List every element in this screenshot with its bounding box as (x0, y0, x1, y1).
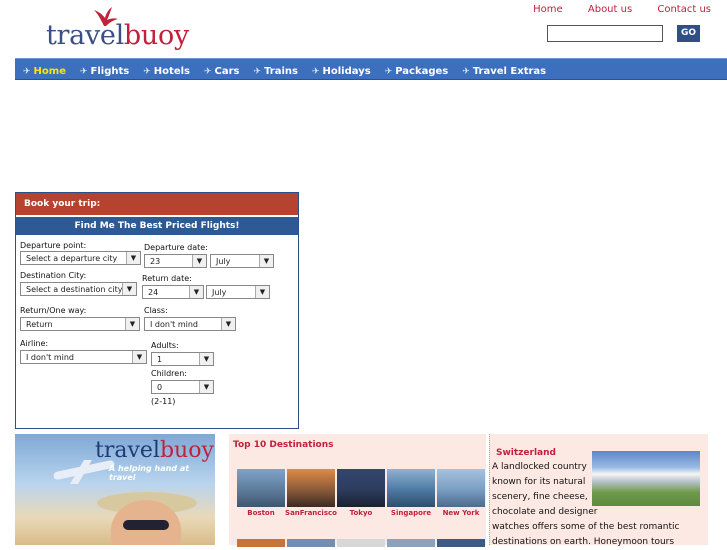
children-note: (2-11) (151, 397, 176, 406)
promo-logo: travelbuoy (95, 438, 214, 463)
nav-cars[interactable]: ✈ Cars (204, 62, 240, 82)
return-day-select[interactable]: 24 ▼ (142, 285, 204, 299)
search-input[interactable] (547, 25, 663, 42)
boston-image[interactable] (237, 469, 285, 507)
children-label: Children: (151, 369, 187, 378)
sanfrancisco-image[interactable] (287, 469, 335, 507)
airline-label: Airline: (20, 339, 49, 348)
destination-link-singapore[interactable]: Singapore (385, 509, 437, 517)
nav-holidays[interactable]: ✈ Holidays (312, 62, 371, 82)
tokyo-image[interactable] (337, 469, 385, 507)
plane-icon: ✈ (23, 67, 31, 77)
booking-form: Book your trip: Find Me The Best Priced … (15, 192, 299, 429)
nav-packages[interactable]: ✈ Packages (385, 62, 449, 82)
plane-icon: ✈ (80, 67, 88, 77)
return-month-select[interactable]: July ▼ (206, 285, 270, 299)
departure-point-select[interactable]: Select a departure city ▼ (20, 251, 141, 265)
featured-destination: Switzerland A landlocked country known f… (489, 434, 708, 547)
featured-title[interactable]: Switzerland (496, 448, 556, 458)
children-select[interactable]: 0 ▼ (151, 380, 214, 394)
destination-link-tokyo[interactable]: Tokyo (337, 509, 385, 517)
destination-thumb-6[interactable] (237, 539, 285, 547)
departure-point-label: Departure point: (20, 241, 87, 250)
destination-link-sanfrancisco[interactable]: SanFrancisco (283, 509, 339, 517)
home-link[interactable]: Home (533, 4, 563, 15)
destination-thumb-10[interactable] (437, 539, 485, 547)
departure-day-select[interactable]: 23 ▼ (144, 254, 207, 268)
logo-text: travelbuoy (46, 20, 189, 51)
chevron-down-icon: ▼ (189, 286, 203, 298)
destination-thumb-9[interactable] (387, 539, 435, 547)
main-nav: ✈ Home ✈ Flights ✈ Hotels ✈ Cars ✈ Trains ✈ Holiday… (15, 58, 727, 80)
booking-subtitle: Find Me The Best Priced Flights! (16, 217, 298, 235)
class-select[interactable]: I don't mind ▼ (144, 317, 236, 331)
sunglasses-image (123, 520, 169, 530)
return-date-label: Return date: (142, 274, 192, 283)
top-destinations: Top 10 Destinations Boston SanFrancisco … (229, 434, 487, 547)
newyork-image[interactable] (437, 469, 485, 507)
destination-select[interactable]: Select a destination city ▼ (20, 282, 137, 296)
adults-label: Adults: (151, 341, 179, 350)
chevron-down-icon: ▼ (125, 318, 139, 330)
trip-type-select[interactable]: Return ▼ (20, 317, 140, 331)
plane-icon: ✈ (311, 67, 320, 77)
chevron-down-icon: ▼ (192, 255, 206, 267)
plane-icon: ✈ (143, 67, 151, 77)
departure-date-label: Departure date: (144, 243, 208, 252)
departure-month-select[interactable]: July ▼ (210, 254, 274, 268)
plane-icon: ✈ (253, 67, 262, 77)
top-links: Home About us Contact us (511, 4, 711, 15)
chevron-down-icon: ▼ (126, 252, 140, 264)
destination-thumb-8[interactable] (337, 539, 385, 547)
logo[interactable]: travelbuoy (46, 6, 189, 56)
chevron-down-icon: ▼ (259, 255, 273, 267)
promo-tagline: A helping hand at travel (109, 464, 190, 482)
nav-flights[interactable]: ✈ Flights (80, 62, 129, 82)
destination-thumb-7[interactable] (287, 539, 335, 547)
chevron-down-icon: ▼ (132, 351, 146, 363)
promo-banner[interactable]: travelbuoy A helping hand at travel (15, 434, 215, 545)
featured-description: A landlocked country known for its natur… (492, 460, 707, 550)
destinations-title: Top 10 Destinations (233, 440, 334, 450)
booking-title: Book your trip: (16, 193, 298, 215)
destination-label: Destination City: (20, 271, 87, 280)
chevron-down-icon: ▼ (122, 283, 136, 295)
about-link[interactable]: About us (588, 4, 632, 15)
adults-select[interactable]: 1 ▼ (151, 352, 214, 366)
plane-icon: ✈ (384, 67, 393, 77)
destination-link-newyork[interactable]: New York (435, 509, 487, 517)
text-wrap-spacer (607, 460, 707, 506)
plane-icon: ✈ (462, 67, 470, 77)
chevron-down-icon: ▼ (255, 286, 269, 298)
airline-select[interactable]: I don't mind ▼ (20, 350, 147, 364)
plane-icon: ✈ (203, 67, 212, 77)
singapore-image[interactable] (387, 469, 435, 507)
nav-hotels[interactable]: ✈ Hotels (143, 62, 190, 82)
destination-link-boston[interactable]: Boston (237, 509, 285, 517)
chevron-down-icon: ▼ (199, 353, 213, 365)
contact-link[interactable]: Contact us (657, 4, 711, 15)
go-button[interactable]: GO (677, 25, 700, 42)
class-label: Class: (144, 306, 168, 315)
chevron-down-icon: ▼ (221, 318, 235, 330)
nav-trains[interactable]: ✈ Trains (254, 62, 298, 82)
nav-travel-extras[interactable]: ✈ Travel Extras (462, 62, 546, 82)
chevron-down-icon: ▼ (199, 381, 213, 393)
trip-type-label: Return/One way: (20, 306, 87, 315)
nav-home[interactable]: ✈ Home (23, 62, 66, 82)
